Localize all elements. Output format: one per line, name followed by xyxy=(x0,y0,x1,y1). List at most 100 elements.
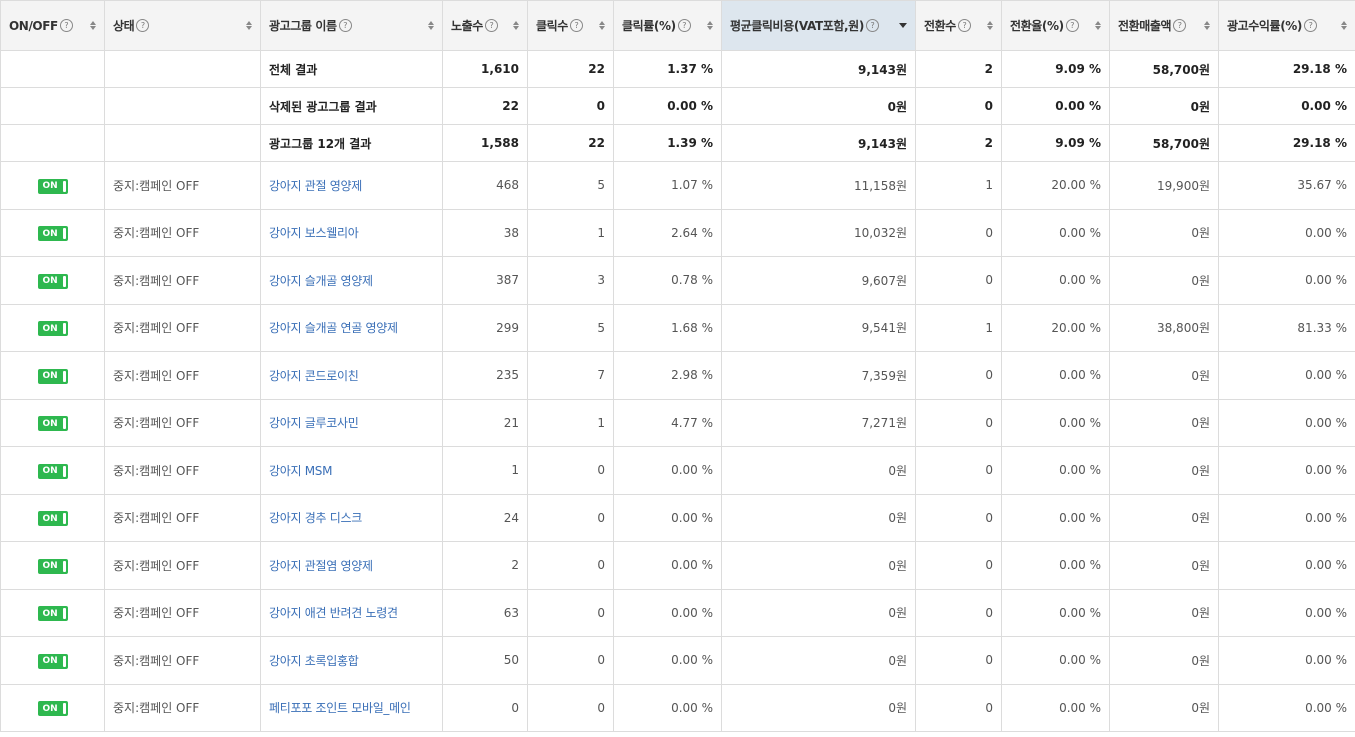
help-icon[interactable]: ? xyxy=(865,19,879,32)
help-icon[interactable]: ? xyxy=(338,19,352,32)
column-header-status[interactable]: 상태? xyxy=(104,0,261,51)
sort-icon[interactable] xyxy=(987,21,993,30)
clicks-cell: 5 xyxy=(527,161,614,210)
ad-group-name-link[interactable]: 페티포포 조인트 모바일_메인 xyxy=(269,701,411,715)
column-header-onoff[interactable]: ON/OFF? xyxy=(0,0,105,51)
on-off-toggle[interactable]: ON xyxy=(37,653,68,669)
help-icon[interactable]: ? xyxy=(484,19,498,32)
column-header-cvr[interactable]: 전환율(%)? xyxy=(1001,0,1110,51)
ad-group-table: ON/OFF? 상태? 광고그룹 이름? 노출수? 클릭수? 클릭률(%)? 평균클릭비용(… xyxy=(0,0,1355,732)
help-icon[interactable]: ? xyxy=(569,19,583,32)
ctr-cell: 0.00 % xyxy=(613,588,722,637)
help-icon[interactable]: ? xyxy=(1065,19,1079,32)
column-header-conversions[interactable]: 전환수? xyxy=(915,0,1002,51)
ad-group-name-link[interactable]: 강아지 경추 디스크 xyxy=(269,511,362,525)
toggle-label: ON xyxy=(42,323,58,334)
ad-group-name-link[interactable]: 강아지 콘드로이친 xyxy=(269,369,359,383)
status-cell: 중지:캠페인 OFF xyxy=(104,541,261,590)
ad-group-name-link[interactable]: 강아지 슬개골 연골 영양제 xyxy=(269,321,398,335)
help-icon[interactable]: ? xyxy=(1173,19,1187,32)
help-icon[interactable]: ? xyxy=(957,19,971,32)
sort-icon[interactable] xyxy=(599,21,605,30)
ad-group-name-link[interactable]: 강아지 애견 반려견 노령견 xyxy=(269,606,398,620)
column-header-revenue[interactable]: 전환매출액? xyxy=(1109,0,1219,51)
table-row: ON 중지:캠페인 OFF 강아지 초록입홍합 50 0 0.00 % 0원 0 0.00 % 0… xyxy=(0,636,1355,685)
sort-icon[interactable] xyxy=(246,21,252,30)
ctr-cell: 4.77 % xyxy=(613,398,722,447)
on-off-toggle[interactable]: ON xyxy=(37,416,68,431)
toggle-knob xyxy=(62,228,66,239)
name-cell: 강아지 슬개골 영양제 xyxy=(260,256,443,305)
ad-group-name-link[interactable]: 강아지 관절염 영양제 xyxy=(269,559,373,573)
clicks-cell: 0 xyxy=(527,636,614,685)
cpc-cell: 7,271원 xyxy=(721,398,916,447)
toggle-knob xyxy=(62,180,66,192)
ad-group-name-link[interactable]: 강아지 슬개골 영양제 xyxy=(269,274,373,288)
impressions-cell: 468 xyxy=(442,161,528,210)
clicks-cell: 0 xyxy=(527,446,614,495)
on-off-toggle[interactable]: ON xyxy=(37,511,68,526)
on-off-toggle[interactable]: ON xyxy=(37,606,68,621)
ad-group-name-link[interactable]: 강아지 글루코사민 xyxy=(269,416,359,430)
on-off-toggle[interactable]: ON xyxy=(37,558,68,574)
sort-icon[interactable] xyxy=(1341,21,1347,30)
column-header-ctr[interactable]: 클릭률(%)? xyxy=(613,0,722,51)
toggle-label: ON xyxy=(42,228,58,239)
on-off-toggle[interactable]: ON xyxy=(37,701,68,716)
ad-group-name-link[interactable]: 강아지 관절 영양제 xyxy=(269,179,362,193)
sort-icon[interactable] xyxy=(1095,21,1101,30)
roas-cell: 81.33 % xyxy=(1218,303,1355,352)
status-cell: 중지:캠페인 OFF xyxy=(104,588,261,637)
table-row: ON 중지:캠페인 OFF 강아지 슬개골 연골 영양제 299 5 1.68 % 9,54… xyxy=(0,303,1355,352)
column-header-impressions[interactable]: 노출수? xyxy=(442,0,528,51)
on-off-toggle[interactable]: ON xyxy=(37,178,68,194)
help-icon[interactable]: ? xyxy=(1304,19,1317,32)
sort-icon[interactable] xyxy=(513,21,519,30)
toggle-label: ON xyxy=(42,466,58,476)
on-off-toggle[interactable]: ON xyxy=(37,226,68,241)
name-cell: 강아지 MSM xyxy=(260,446,443,495)
on-off-toggle[interactable]: ON xyxy=(37,368,68,384)
column-header-cpc[interactable]: 평균클릭비용(VAT포함,원)? xyxy=(721,0,916,51)
sort-desc-icon[interactable] xyxy=(899,23,907,28)
ctr-cell: 0.78 % xyxy=(613,256,722,305)
column-header-name[interactable]: 광고그룹 이름? xyxy=(260,0,443,51)
column-header-roas[interactable]: 광고수익률(%)? xyxy=(1218,0,1355,51)
cpc-cell: 0원 xyxy=(721,636,916,685)
help-icon[interactable]: ? xyxy=(59,19,73,32)
cpc-cell: 9,143원 xyxy=(721,124,916,162)
column-header-label: 전환수 xyxy=(924,19,956,33)
sort-icon[interactable] xyxy=(1204,21,1210,30)
toggle-cell: ON xyxy=(0,256,105,305)
sort-icon[interactable] xyxy=(707,21,713,30)
on-off-toggle[interactable]: ON xyxy=(37,321,68,336)
cvr-cell: 20.00 % xyxy=(1001,161,1110,210)
impressions-cell: 63 xyxy=(442,588,528,637)
status-cell: 중지:캠페인 OFF xyxy=(104,636,261,685)
on-off-toggle[interactable]: ON xyxy=(37,273,68,289)
column-header-clicks[interactable]: 클릭수? xyxy=(527,0,614,51)
roas-cell: 29.18 % xyxy=(1218,124,1355,162)
roas-cell: 0.00 % xyxy=(1218,87,1355,125)
ctr-cell: 1.39 % xyxy=(613,124,722,162)
help-icon[interactable]: ? xyxy=(136,19,150,32)
column-header-label: ON/OFF xyxy=(9,18,58,33)
conversions-cell: 0 xyxy=(915,208,1002,257)
toggle-cell xyxy=(0,50,105,88)
revenue-cell: 0원 xyxy=(1109,446,1219,495)
toggle-knob xyxy=(62,418,66,429)
help-icon[interactable]: ? xyxy=(677,19,691,32)
ad-group-name-link[interactable]: 강아지 보스웰리아 xyxy=(269,226,359,240)
impressions-cell: 2 xyxy=(442,541,528,590)
cpc-cell: 0원 xyxy=(721,588,916,637)
ad-group-name-link[interactable]: 강아지 초록입홍합 xyxy=(269,654,359,668)
revenue-cell: 19,900원 xyxy=(1109,161,1219,210)
on-off-toggle[interactable]: ON xyxy=(37,463,68,479)
sort-icon[interactable] xyxy=(428,21,434,30)
cpc-cell: 0원 xyxy=(721,87,916,125)
summary-label: 삭제된 광고그룹 결과 xyxy=(260,87,443,125)
roas-cell: 0.00 % xyxy=(1218,493,1355,542)
name-cell: 강아지 관절염 영양제 xyxy=(260,541,443,590)
ad-group-name-link[interactable]: 강아지 MSM xyxy=(269,464,332,478)
sort-icon[interactable] xyxy=(90,21,96,30)
